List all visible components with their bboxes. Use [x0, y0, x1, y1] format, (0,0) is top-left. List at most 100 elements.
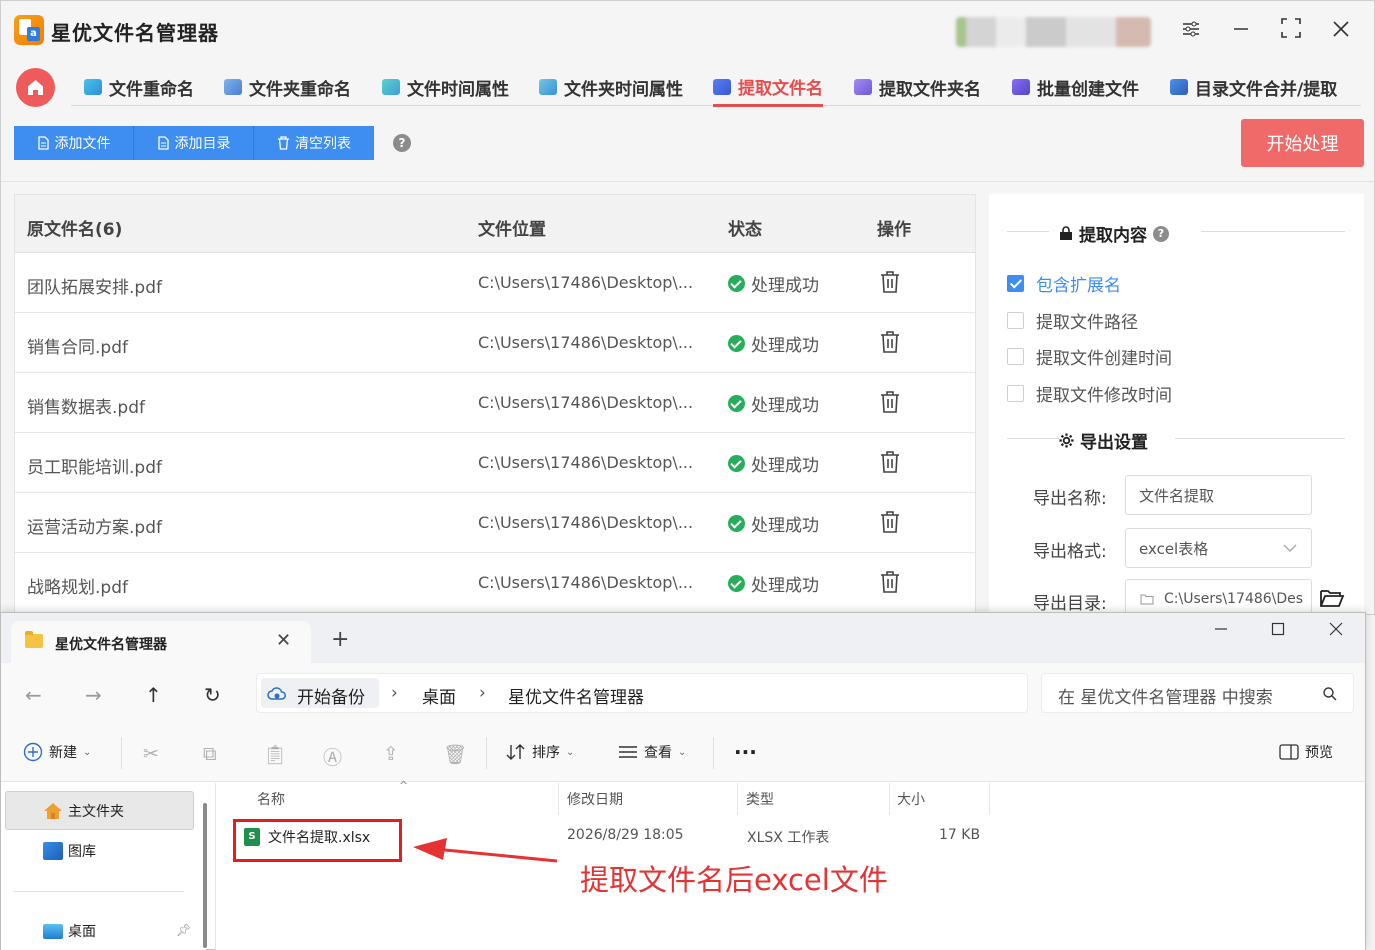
col-header-date[interactable]: 修改日期: [567, 789, 623, 809]
close-icon[interactable]: [1321, 621, 1351, 645]
close-icon[interactable]: [1326, 17, 1356, 47]
breadcrumb-desktop[interactable]: 桌面: [422, 683, 456, 708]
col-header-location: 文件位置: [478, 220, 546, 240]
delete-icon[interactable]: [879, 390, 901, 419]
up-icon[interactable]: ↑: [145, 683, 162, 707]
col-header-name[interactable]: 名称: [257, 789, 285, 809]
tab-close-icon[interactable]: ✕: [276, 630, 291, 651]
nav-desktop[interactable]: 桌面: [43, 921, 96, 941]
delete-icon[interactable]: [879, 330, 901, 359]
cell-location: C:\Users\17486\Desktop\...: [478, 573, 694, 592]
file-item[interactable]: S 文件名提取.xlsx: [244, 827, 370, 847]
option-extract-ctime[interactable]: 提取文件创建时间: [1007, 344, 1172, 369]
tab-folder-time[interactable]: 文件夹时间属性: [539, 69, 683, 105]
export-settings-title: 导出设置: [1059, 428, 1148, 453]
copy-icon[interactable]: ⧉: [203, 743, 217, 765]
minimize-icon[interactable]: [1226, 17, 1256, 47]
home-icon: [28, 80, 43, 95]
sort-button[interactable]: 排序 ⌄: [506, 742, 574, 762]
export-format-select[interactable]: excel表格: [1125, 528, 1312, 568]
forward-icon[interactable]: →: [85, 683, 102, 707]
delete-icon[interactable]: 🗑︎: [443, 743, 467, 766]
share-icon[interactable]: ⇪: [383, 743, 399, 765]
col-header-size[interactable]: 大小: [897, 789, 925, 809]
new-tab-icon[interactable]: +: [331, 629, 349, 651]
user-avatar-blurred[interactable]: [956, 17, 1151, 47]
cut-icon[interactable]: ✂: [143, 743, 159, 765]
refresh-icon[interactable]: ↻: [204, 683, 221, 707]
col-header-type[interactable]: 类型: [746, 789, 774, 809]
check-circle-icon: [728, 575, 745, 592]
paste-icon[interactable]: 📋︎: [263, 743, 287, 766]
back-icon[interactable]: ←: [25, 683, 42, 707]
export-name-input[interactable]: 文件名提取: [1125, 475, 1312, 515]
delete-icon[interactable]: [879, 270, 901, 299]
navigation-pane: 主文件夹 图库 桌面 📌︎: [1, 783, 206, 950]
option-extract-mtime[interactable]: 提取文件修改时间: [1007, 381, 1172, 406]
tab-file-rename[interactable]: 文件重命名: [84, 69, 194, 105]
clear-list-button[interactable]: 清空列表: [254, 126, 374, 160]
address-bar[interactable]: 开始备份 › 桌面 › 星优文件名管理器: [256, 673, 1028, 713]
table-row[interactable]: 团队拓展安排.pdf C:\Users\17486\Desktop\... 处理…: [15, 253, 975, 313]
cell-filename: 战略规划.pdf: [27, 578, 128, 598]
tab-dir-merge[interactable]: 目录文件合并/提取: [1170, 69, 1337, 105]
option-extract-path[interactable]: 提取文件路径: [1007, 308, 1138, 333]
view-button[interactable]: 查看 ⌄: [618, 742, 686, 762]
export-name-label: 导出名称:: [1033, 489, 1107, 509]
tab-extract-foldername[interactable]: 提取文件夹名: [854, 69, 981, 105]
col-header-status: 状态: [728, 220, 762, 240]
table-row[interactable]: 运营活动方案.pdf C:\Users\17486\Desktop\... 处理…: [15, 493, 975, 553]
search-input[interactable]: 在 星优文件名管理器 中搜索: [1041, 673, 1354, 713]
table-row[interactable]: 战略规划.pdf C:\Users\17486\Desktop\... 处理成功: [15, 553, 975, 613]
maximize-icon[interactable]: [1263, 621, 1293, 645]
checkbox[interactable]: [1007, 385, 1024, 402]
explorer-tab[interactable]: 星优文件名管理器 ✕: [11, 621, 311, 663]
delete-icon[interactable]: [879, 510, 901, 539]
checkbox-checked[interactable]: [1007, 275, 1024, 292]
cell-status: 处理成功: [728, 271, 819, 296]
tab-file-time[interactable]: 文件时间属性: [382, 69, 509, 105]
plus-circle-icon: [23, 742, 43, 762]
delete-icon[interactable]: [879, 450, 901, 479]
fullscreen-icon[interactable]: [1276, 17, 1306, 47]
table-row[interactable]: 员工职能培训.pdf C:\Users\17486\Desktop\... 处理…: [15, 433, 975, 493]
check-circle-icon: [728, 455, 745, 472]
cell-location: C:\Users\17486\Desktop\...: [478, 273, 694, 292]
more-options-icon[interactable]: ...: [734, 735, 757, 759]
checkbox[interactable]: [1007, 312, 1024, 329]
open-folder-icon[interactable]: [1319, 587, 1345, 609]
preview-button[interactable]: 预览: [1279, 742, 1333, 762]
home-button[interactable]: [16, 68, 55, 107]
file-table: 原文件名(6) 文件位置 状态 操作 团队拓展安排.pdf C:\Users\1…: [14, 194, 976, 616]
export-format-label: 导出格式:: [1033, 542, 1107, 562]
tab-extract-filename[interactable]: 提取文件名: [713, 69, 823, 107]
file-time-icon: [382, 79, 400, 95]
table-row[interactable]: 销售合同.pdf C:\Users\17486\Desktop\... 处理成功: [15, 313, 975, 373]
breadcrumb-folder[interactable]: 星优文件名管理器: [508, 683, 644, 708]
table-row[interactable]: 销售数据表.pdf C:\Users\17486\Desktop\... 处理成…: [15, 373, 975, 433]
scrollbar[interactable]: [203, 803, 207, 948]
minimize-icon[interactable]: [1206, 621, 1236, 645]
rename-icon[interactable]: Ⓐ: [323, 743, 342, 770]
add-dir-button[interactable]: 添加目录: [134, 126, 254, 160]
start-button[interactable]: 开始处理: [1241, 119, 1364, 167]
lock-icon: [1060, 226, 1072, 240]
pin-icon[interactable]: 📌︎: [176, 923, 191, 937]
annotation-arrow-icon: [413, 838, 558, 863]
help-icon[interactable]: ?: [393, 134, 411, 152]
cell-filename: 销售合同.pdf: [27, 338, 128, 358]
tab-folder-rename[interactable]: 文件夹重命名: [224, 69, 351, 105]
nav-gallery[interactable]: 图库: [43, 841, 96, 861]
breadcrumb-backup[interactable]: 开始备份: [297, 683, 365, 708]
cell-filename: 销售数据表.pdf: [27, 398, 145, 418]
help-icon[interactable]: ?: [1153, 225, 1169, 242]
gear-icon: [1059, 433, 1074, 448]
checkbox[interactable]: [1007, 348, 1024, 365]
settings-icon[interactable]: [1176, 17, 1206, 47]
option-include-ext[interactable]: 包含扩展名: [1007, 271, 1121, 296]
nav-home[interactable]: 主文件夹: [43, 801, 124, 821]
add-file-button[interactable]: 添加文件: [14, 126, 134, 160]
delete-icon[interactable]: [879, 570, 901, 599]
tab-batch-create[interactable]: 批量创建文件: [1012, 69, 1139, 105]
new-button[interactable]: 新建 ⌄: [23, 742, 91, 762]
